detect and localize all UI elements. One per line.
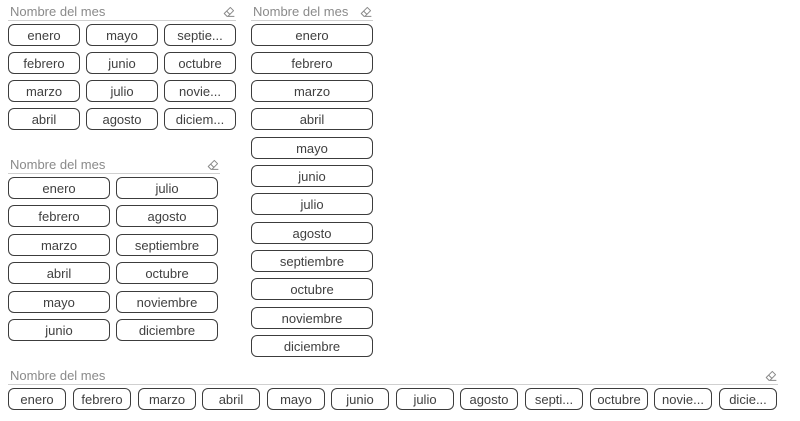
- slicer-item-agosto[interactable]: agosto: [251, 222, 373, 244]
- month-slicer-horizontal: Nombre del mes enero febrero marzo abril…: [8, 368, 778, 412]
- slicer-item-mayo[interactable]: mayo: [251, 137, 373, 159]
- slicer-item-septiembre[interactable]: septiembre: [116, 234, 218, 256]
- slicer-item-agosto[interactable]: agosto: [86, 108, 158, 130]
- slicer-item-septiembre[interactable]: septi...: [525, 388, 583, 410]
- slicer-item-noviembre[interactable]: noviembre: [116, 291, 218, 313]
- slicer-item-septiembre[interactable]: septiembre: [251, 250, 373, 272]
- slicer-item-abril[interactable]: abril: [8, 262, 110, 284]
- month-slicer-grid-2col: Nombre del mes enero julio febrero agost…: [8, 157, 220, 343]
- slicer-title: Nombre del mes: [10, 157, 106, 172]
- slicer-header: Nombre del mes: [8, 157, 220, 174]
- slicer-item-agosto[interactable]: agosto: [116, 205, 218, 227]
- slicer-item-octubre[interactable]: octubre: [116, 262, 218, 284]
- slicer-item-marzo[interactable]: marzo: [138, 388, 196, 410]
- slicer-item-diciembre[interactable]: diciem...: [164, 108, 236, 130]
- slicer-item-febrero[interactable]: febrero: [251, 52, 373, 74]
- slicer-item-marzo[interactable]: marzo: [8, 80, 80, 102]
- eraser-icon[interactable]: [222, 4, 236, 18]
- eraser-icon[interactable]: [764, 368, 778, 382]
- slicer-header: Nombre del mes: [8, 368, 778, 385]
- slicer-item-marzo[interactable]: marzo: [251, 80, 373, 102]
- slicer-item-septiembre[interactable]: septie...: [164, 24, 236, 46]
- slicer-header: Nombre del mes: [8, 4, 236, 21]
- slicer-item-abril[interactable]: abril: [8, 108, 80, 130]
- slicer-title: Nombre del mes: [253, 4, 349, 19]
- slicer-item-agosto[interactable]: agosto: [460, 388, 518, 410]
- eraser-icon[interactable]: [206, 157, 220, 171]
- slicer-item-febrero[interactable]: febrero: [8, 205, 110, 227]
- slicer-item-mayo[interactable]: mayo: [86, 24, 158, 46]
- slicer-item-junio[interactable]: junio: [251, 165, 373, 187]
- month-slicer-vertical: Nombre del mes enero febrero marzo abril…: [251, 4, 373, 360]
- slicer-item-febrero[interactable]: febrero: [8, 52, 80, 74]
- slicer-item-mayo[interactable]: mayo: [267, 388, 325, 410]
- slicer-item-julio[interactable]: julio: [396, 388, 454, 410]
- slicer-item-octubre[interactable]: octubre: [164, 52, 236, 74]
- slicer-item-octubre[interactable]: octubre: [251, 278, 373, 300]
- slicer-item-junio[interactable]: junio: [331, 388, 389, 410]
- slicer-item-marzo[interactable]: marzo: [8, 234, 110, 256]
- slicer-item-noviembre[interactable]: noviembre: [251, 307, 373, 329]
- slicer-item-junio[interactable]: junio: [86, 52, 158, 74]
- slicer-item-julio[interactable]: julio: [116, 177, 218, 199]
- slicer-item-octubre[interactable]: octubre: [590, 388, 648, 410]
- slicer-item-julio[interactable]: julio: [86, 80, 158, 102]
- slicer-item-enero[interactable]: enero: [8, 388, 66, 410]
- slicer-item-diciembre[interactable]: dicie...: [719, 388, 777, 410]
- slicer-item-junio[interactable]: junio: [8, 319, 110, 341]
- slicer-item-mayo[interactable]: mayo: [8, 291, 110, 313]
- slicer-item-abril[interactable]: abril: [251, 108, 373, 130]
- slicer-item-diciembre[interactable]: diciembre: [116, 319, 218, 341]
- month-slicer-grid-3col: Nombre del mes enero mayo septie... febr…: [8, 4, 236, 132]
- slicer-item-enero[interactable]: enero: [251, 24, 373, 46]
- slicer-item-enero[interactable]: enero: [8, 24, 80, 46]
- slicer-item-enero[interactable]: enero: [8, 177, 110, 199]
- slicer-item-febrero[interactable]: febrero: [73, 388, 131, 410]
- slicer-item-noviembre[interactable]: novie...: [654, 388, 712, 410]
- slicer-item-julio[interactable]: julio: [251, 193, 373, 215]
- slicer-header: Nombre del mes: [251, 4, 373, 21]
- slicer-title: Nombre del mes: [10, 368, 106, 383]
- slicer-item-diciembre[interactable]: diciembre: [251, 335, 373, 357]
- eraser-icon[interactable]: [359, 4, 373, 18]
- slicer-item-abril[interactable]: abril: [202, 388, 260, 410]
- slicer-title: Nombre del mes: [10, 4, 106, 19]
- slicer-item-noviembre[interactable]: novie...: [164, 80, 236, 102]
